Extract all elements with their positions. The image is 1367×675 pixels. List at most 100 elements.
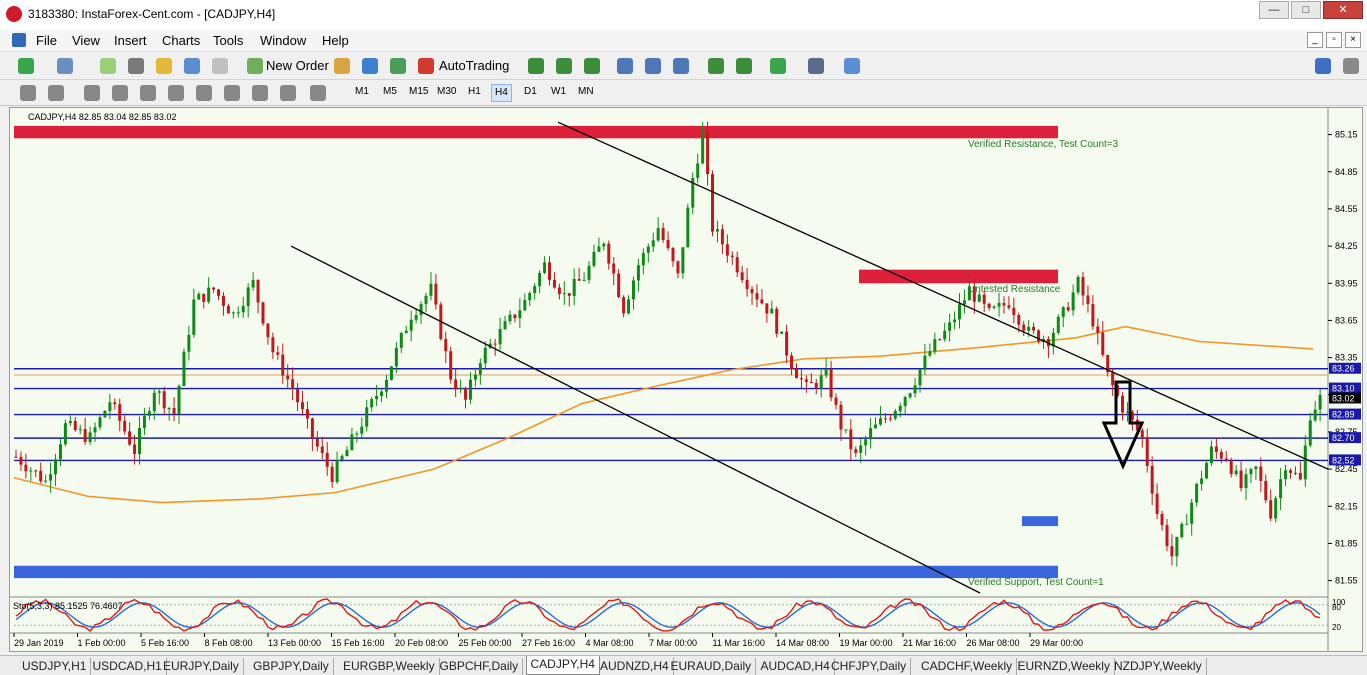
timeframe-w1[interactable]: W1 — [551, 86, 566, 97]
mdi-minimize-button[interactable]: _ — [1307, 32, 1323, 48]
autotrading-button[interactable]: AutoTrading — [439, 56, 509, 76]
tab-usdjpy-h1[interactable]: USDJPY,H1 — [18, 658, 92, 675]
market-watch-icon[interactable] — [100, 58, 116, 74]
tab-nzdjpy-weekly[interactable]: NZDJPY,Weekly — [1110, 658, 1207, 675]
tab-audcad-h4[interactable]: AUDCAD,H4 — [757, 658, 835, 675]
menu-window[interactable]: Window — [260, 33, 306, 48]
chat-icon[interactable] — [1343, 58, 1359, 74]
profiles-icon[interactable] — [57, 58, 73, 74]
timeframe-mn[interactable]: MN — [578, 86, 594, 97]
cursor-icon[interactable] — [20, 85, 36, 101]
terminal-icon[interactable] — [184, 58, 200, 74]
tab-gbpjpy-daily[interactable]: GBPJPY,Daily — [249, 658, 334, 675]
crosshair-icon[interactable] — [48, 85, 64, 101]
zone-resistance-0 — [14, 125, 1058, 139]
signals-icon[interactable] — [362, 58, 378, 74]
mdi-close-button[interactable]: × — [1345, 32, 1361, 48]
market-icon[interactable] — [390, 58, 406, 74]
tab-gbpchf-daily[interactable]: GBPCHF,Daily — [436, 658, 524, 675]
tab-audnzd-h4[interactable]: AUDNZD,H4 — [596, 658, 674, 675]
zoom-in-icon[interactable] — [617, 58, 633, 74]
candle-body — [706, 131, 710, 175]
menu-insert[interactable]: Insert — [114, 33, 147, 48]
trendline-icon[interactable] — [140, 85, 156, 101]
templates-icon[interactable] — [844, 58, 860, 74]
channel-icon[interactable] — [168, 85, 184, 101]
arrows-icon[interactable] — [310, 85, 326, 101]
candle-body — [982, 294, 986, 304]
chart-shift-icon[interactable] — [736, 58, 752, 74]
mdi-restore-button[interactable]: ▫ — [1326, 32, 1342, 48]
y-tick-label: 82.45 — [1335, 464, 1358, 474]
menu-charts[interactable]: Charts — [162, 33, 200, 48]
candle-body — [409, 319, 413, 331]
price-tag: 83.02 — [1332, 393, 1355, 403]
tab-eurjpy-daily[interactable]: EURJPY,Daily — [159, 658, 244, 675]
autotrading-icon[interactable] — [418, 58, 434, 74]
zoom-out-icon[interactable] — [645, 58, 661, 74]
bar-chart-icon[interactable] — [528, 58, 544, 74]
candle-body — [325, 452, 329, 467]
search-icon[interactable] — [1315, 58, 1331, 74]
candle-body — [98, 417, 102, 428]
vertical-line-icon[interactable] — [84, 85, 100, 101]
rectangle-icon[interactable] — [280, 85, 296, 101]
menu-view[interactable]: View — [72, 33, 100, 48]
candle-body — [627, 299, 631, 314]
new-order-button[interactable]: New Order — [266, 56, 329, 76]
text-icon[interactable] — [224, 85, 240, 101]
tab-cadjpy-h4[interactable]: CADJPY,H4 — [525, 656, 600, 675]
tab-cadchf-weekly[interactable]: CADCHF,Weekly — [917, 658, 1018, 675]
candle-body — [1190, 502, 1194, 524]
candle-body — [468, 379, 472, 400]
periods-icon[interactable] — [808, 58, 824, 74]
timeframe-h4[interactable]: H4 — [491, 84, 512, 102]
data-window-icon[interactable] — [156, 58, 172, 74]
candle-body — [666, 239, 670, 249]
candlestick-icon[interactable] — [556, 58, 572, 74]
chart-window-icon[interactable] — [12, 33, 26, 47]
timeframe-m15[interactable]: M15 — [409, 86, 428, 97]
price-tag: 83.10 — [1332, 384, 1355, 394]
horizontal-line-icon[interactable] — [112, 85, 128, 101]
line-chart-icon[interactable] — [584, 58, 600, 74]
timeframe-d1[interactable]: D1 — [524, 86, 537, 97]
menu-tools[interactable]: Tools — [213, 33, 243, 48]
candle-body — [276, 352, 280, 355]
tab-usdcad-h1[interactable]: USDCAD,H1 — [89, 658, 167, 675]
candle-body — [444, 338, 448, 352]
tab-eurnzd-weekly[interactable]: EURNZD,Weekly — [1014, 658, 1115, 675]
menu-help[interactable]: Help — [322, 33, 349, 48]
auto-scroll-icon[interactable] — [708, 58, 724, 74]
indicators-icon[interactable] — [770, 58, 786, 74]
timeframe-m5[interactable]: M5 — [383, 86, 397, 97]
candle-body — [804, 379, 808, 382]
candle-body — [1121, 395, 1125, 413]
candle-body — [384, 379, 388, 392]
x-tick-label: 14 Mar 08:00 — [776, 638, 829, 648]
navigator-icon[interactable] — [128, 58, 144, 74]
tab-eurgbp-weekly[interactable]: EURGBP,Weekly — [339, 658, 440, 675]
close-button[interactable]: ✕ — [1323, 1, 1363, 19]
candle-body — [513, 314, 517, 319]
new-chart-icon[interactable] — [18, 58, 34, 74]
timeframe-h1[interactable]: H1 — [468, 86, 481, 97]
candle-body — [1279, 479, 1283, 499]
metaeditor-icon[interactable] — [334, 58, 350, 74]
menu-file[interactable]: File — [36, 33, 57, 48]
timeframe-m30[interactable]: M30 — [437, 86, 456, 97]
maximize-button[interactable]: □ — [1291, 1, 1321, 19]
tab-euraud-daily[interactable]: EURAUD,Daily — [667, 658, 757, 675]
fibonacci-icon[interactable] — [196, 85, 212, 101]
new-order-icon[interactable] — [247, 58, 263, 74]
candle-body — [503, 321, 507, 330]
tile-windows-icon[interactable] — [673, 58, 689, 74]
timeframe-m1[interactable]: M1 — [355, 86, 369, 97]
candle-body — [449, 351, 453, 380]
strategy-tester-icon[interactable] — [212, 58, 228, 74]
tab-chfjpy-daily[interactable]: CHFJPY,Daily — [827, 658, 912, 675]
text-label-icon[interactable] — [252, 85, 268, 101]
minimize-button[interactable]: — — [1259, 1, 1289, 19]
chart-window[interactable]: 85.1584.8584.5584.2583.9583.6583.3583.05… — [9, 107, 1363, 652]
price-chart[interactable]: 85.1584.8584.5584.2583.9583.6583.3583.05… — [10, 108, 1362, 651]
